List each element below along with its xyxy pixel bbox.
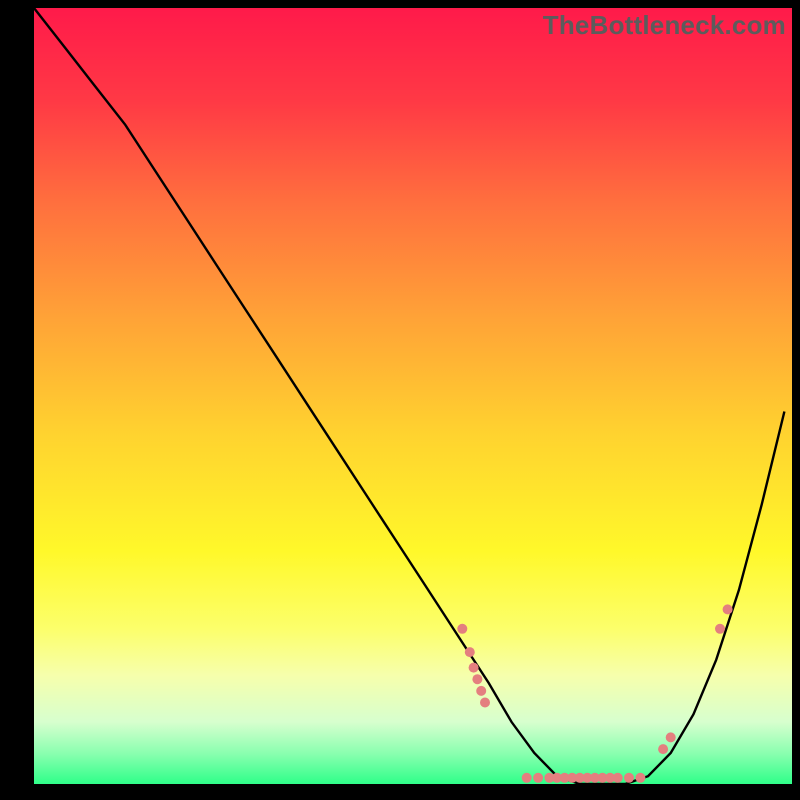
watermark-text: TheBottleneck.com — [543, 10, 786, 41]
sample-point — [715, 624, 725, 634]
gradient-background — [34, 8, 792, 784]
sample-point — [533, 773, 543, 783]
plot-area — [34, 8, 792, 784]
sample-point — [480, 698, 490, 708]
chart-container: TheBottleneck.com — [0, 0, 800, 800]
sample-point — [723, 604, 733, 614]
sample-point — [457, 624, 467, 634]
sample-point — [613, 773, 623, 783]
sample-point — [624, 773, 634, 783]
sample-point — [635, 773, 645, 783]
sample-point — [658, 744, 668, 754]
chart-svg — [34, 8, 792, 784]
sample-point — [476, 686, 486, 696]
sample-point — [666, 732, 676, 742]
sample-point — [472, 674, 482, 684]
sample-point — [465, 647, 475, 657]
sample-point — [469, 663, 479, 673]
sample-point — [522, 773, 532, 783]
